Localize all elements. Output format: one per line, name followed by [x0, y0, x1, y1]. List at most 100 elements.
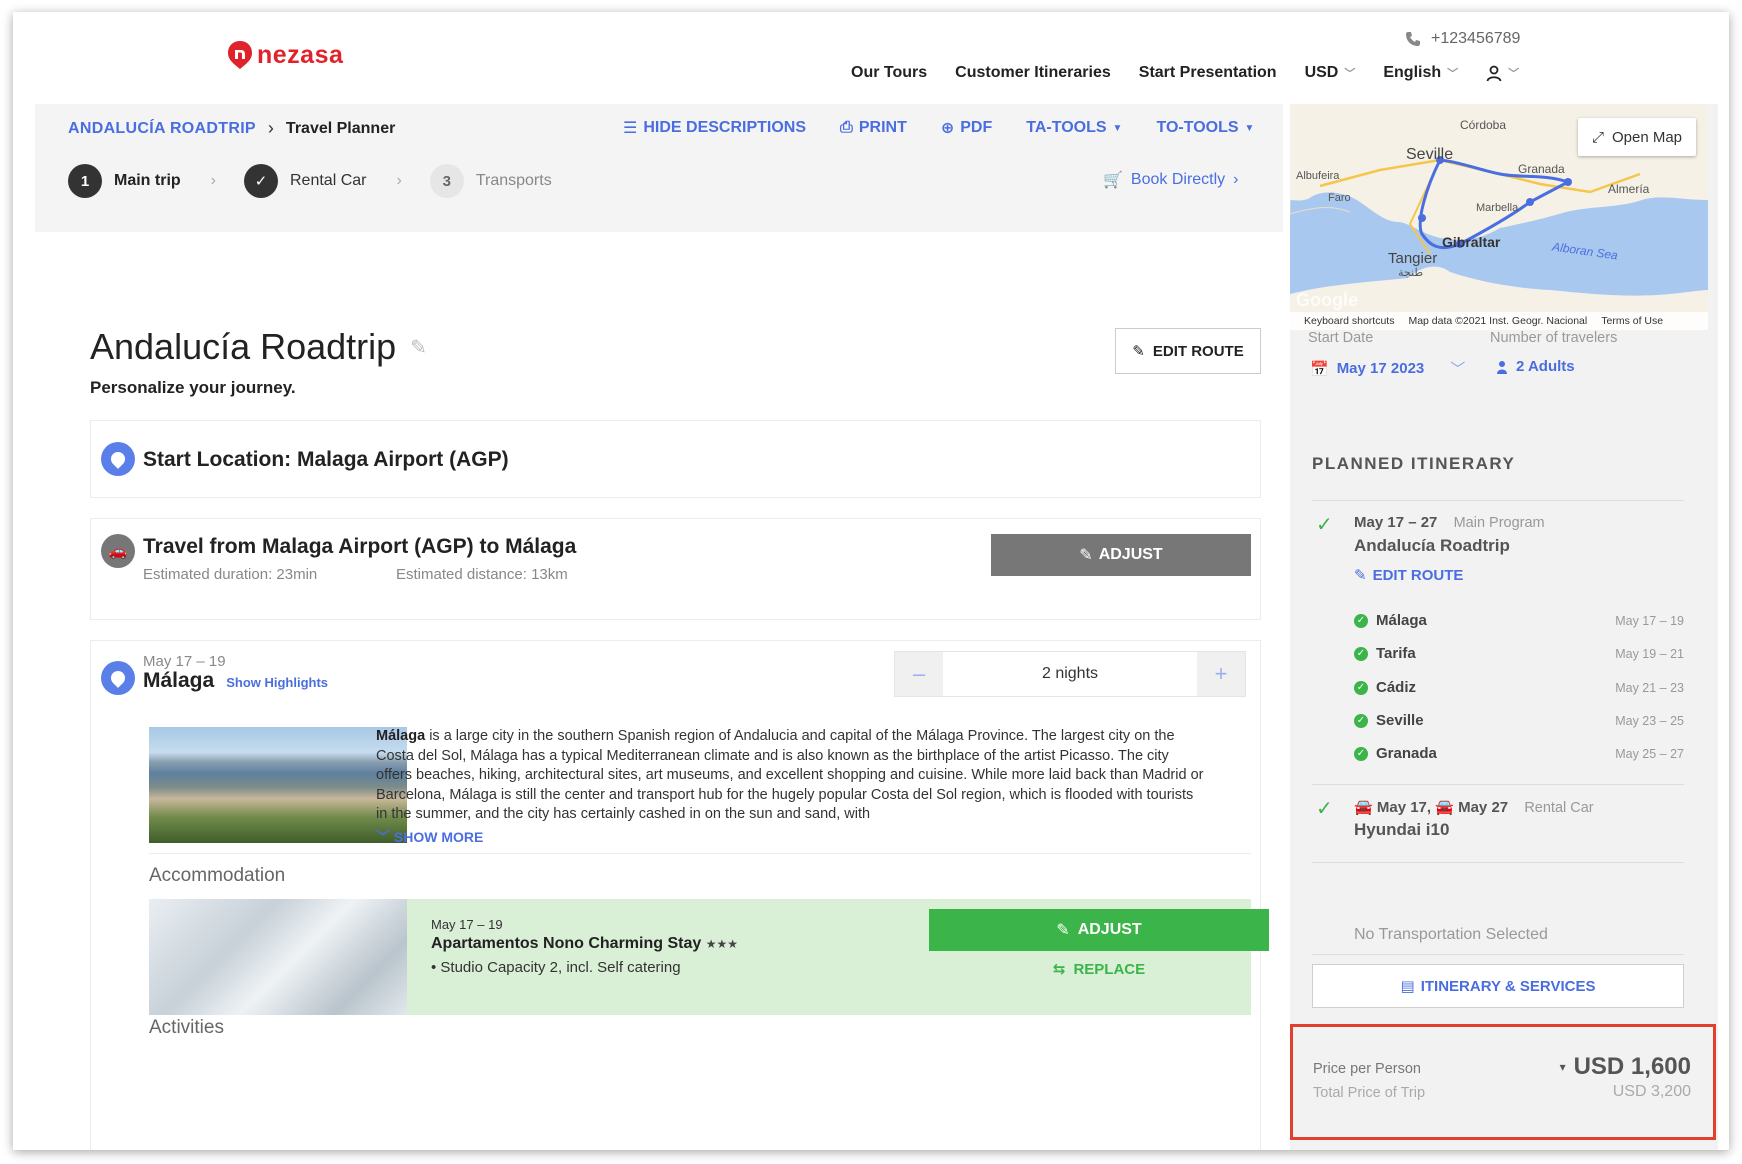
location-pin-icon: [101, 661, 135, 695]
show-more-link[interactable]: ﹀ SHOW MORE: [376, 827, 483, 847]
rental-car-dates-row: 🚘 May 17, 🚘 May 27 Rental Car: [1354, 798, 1594, 816]
accommodation-dates: May 17 – 19: [431, 917, 503, 932]
checkmark-icon: ✓: [244, 164, 278, 198]
check-circle-icon: ✓: [1354, 613, 1368, 628]
show-highlights-link[interactable]: Show Highlights: [226, 675, 328, 690]
stop-name: Cádiz: [1376, 679, 1417, 696]
itinerary-sidebar: Córdoba Seville Granada Almería Albufeir…: [1290, 104, 1718, 1150]
map-label-gibraltar: Gibraltar: [1442, 234, 1501, 250]
travelers-selector[interactable]: 2 Adults: [1496, 358, 1575, 375]
nav-our-tours[interactable]: Our Tours: [851, 64, 927, 82]
edit-route-label: EDIT ROUTE: [1372, 566, 1464, 584]
pencil-icon: ✎: [1056, 922, 1070, 939]
ta-tools-dropdown[interactable]: TA-TOOLS ▼: [1026, 118, 1122, 138]
rental-pickup-date: May 17,: [1376, 799, 1432, 816]
chevron-down-icon: ﹀: [1344, 68, 1356, 80]
caret-down-icon: ▼: [1244, 122, 1255, 134]
price-per-person-value[interactable]: ▾ USD 1,600: [1560, 1053, 1691, 1081]
itinerary-stop[interactable]: ✓ Granada May 25 – 27: [1354, 745, 1684, 762]
swap-icon: ⇆: [1052, 961, 1066, 978]
stop-name: Seville: [1376, 712, 1424, 729]
decrease-nights-button[interactable]: –: [895, 652, 943, 696]
price-per-person-label: Price per Person: [1313, 1061, 1421, 1077]
car-return-icon: 🚘: [1435, 799, 1454, 816]
price-summary: Price per Person Total Price of Trip ▾ U…: [1290, 1024, 1716, 1140]
to-tools-dropdown[interactable]: TO-TOOLS ▼: [1156, 118, 1254, 138]
itinerary-services-label: ITINERARY & SERVICES: [1420, 977, 1596, 995]
map-footer: Keyboard shortcuts Map data ©2021 Inst. …: [1290, 312, 1708, 330]
map-label-tangier: Tangier: [1388, 250, 1438, 267]
itinerary-stop[interactable]: ✓ Cádiz May 21 – 23: [1354, 679, 1684, 696]
nights-value: 2 nights: [1041, 665, 1099, 682]
description-text: is a large city in the southern Spanish …: [376, 728, 1204, 821]
stop-dates: May 25 – 27: [1615, 746, 1684, 761]
malaga-city-image: [149, 727, 407, 843]
book-directly-link[interactable]: 🛒 Book Directly ›: [1103, 170, 1239, 190]
edit-route-button[interactable]: ✎ EDIT ROUTE: [1115, 328, 1261, 374]
terms-of-use-link[interactable]: Terms of Use: [1601, 315, 1663, 327]
step-main-trip[interactable]: 1 Main trip ›: [68, 164, 216, 198]
adjust-accommodation-button[interactable]: ✎ ADJUST: [929, 909, 1269, 951]
itinerary-stop[interactable]: ✓ Seville May 23 – 25: [1354, 712, 1684, 729]
edit-route-label: EDIT ROUTE: [1152, 342, 1244, 360]
ta-tools-label: TA-TOOLS: [1026, 119, 1107, 136]
divider: [1312, 500, 1684, 501]
itinerary-services-button[interactable]: ▤ ITINERARY & SERVICES: [1312, 964, 1684, 1008]
chevron-down-icon: ﹀: [1508, 68, 1520, 80]
person-icon: [1497, 360, 1507, 374]
phone-contact[interactable]: +123456789: [1405, 30, 1520, 48]
expand-icon: ⤢: [1591, 128, 1604, 146]
chevron-down-icon: ﹀: [1447, 68, 1459, 80]
start-date-label: Start Date: [1308, 330, 1374, 346]
route-map[interactable]: Córdoba Seville Granada Almería Albufeir…: [1290, 104, 1708, 330]
nav-customer-itineraries[interactable]: Customer Itineraries: [955, 64, 1111, 82]
step-transports[interactable]: 3 Transports: [429, 164, 552, 198]
trip-subtitle: Personalize your journey.: [90, 378, 296, 397]
adjust-label: ADJUST: [1077, 921, 1142, 938]
stop-description: Málaga is a large city in the southern S…: [376, 727, 1206, 821]
stop-dates: May 21 – 23: [1615, 680, 1684, 695]
breadcrumb-root[interactable]: ANDALUCÍA ROADTRIP: [68, 120, 256, 138]
pdf-button[interactable]: ⊕ PDF: [941, 118, 992, 138]
travel-distance: Estimated distance: 13km: [396, 566, 568, 583]
hide-descriptions-button[interactable]: ☰ HIDE DESCRIPTIONS: [623, 118, 806, 138]
step-label: Main trip: [114, 172, 181, 189]
user-menu[interactable]: ﹀: [1486, 65, 1519, 82]
accommodation-name-row: Apartamentos Nono Charming Stay ★★★: [431, 935, 738, 953]
stop-header: Málaga Show Highlights: [143, 669, 328, 693]
nights-stepper: – 2 nights +: [894, 651, 1246, 697]
language-dropdown[interactable]: English ﹀: [1383, 64, 1458, 82]
stop-name: Málaga: [143, 669, 215, 692]
sidebar-edit-route-link[interactable]: ✎ EDIT ROUTE: [1354, 566, 1464, 585]
print-button[interactable]: ⎙ PRINT: [840, 118, 907, 138]
open-map-button[interactable]: ⤢ Open Map: [1578, 118, 1696, 156]
replace-accommodation-button[interactable]: ⇆ REPLACE: [929, 959, 1269, 979]
check-circle-icon: ✓: [1354, 746, 1368, 761]
map-label-granada: Granada: [1518, 162, 1565, 176]
check-circle-icon: ✓: [1354, 646, 1368, 661]
car-pickup-icon: 🚘: [1354, 799, 1373, 816]
user-icon: [1486, 65, 1502, 81]
browser-viewport: nezasa +123456789 Our Tours Customer Iti…: [13, 12, 1729, 1150]
open-map-label: Open Map: [1611, 128, 1683, 146]
nav-start-presentation[interactable]: Start Presentation: [1139, 64, 1277, 82]
itinerary-stop[interactable]: ✓ Málaga May 17 – 19: [1354, 612, 1684, 629]
show-more-label: SHOW MORE: [393, 829, 484, 845]
tool-actions: ☰ HIDE DESCRIPTIONS ⎙ PRINT ⊕ PDF TA-TOOLS ▼…: [623, 118, 1254, 138]
increase-nights-button[interactable]: +: [1197, 652, 1245, 696]
currency-dropdown[interactable]: USD ﹀: [1305, 64, 1356, 82]
pencil-icon[interactable]: ✎: [410, 335, 427, 360]
adjust-travel-button[interactable]: ✎ ADJUST: [991, 534, 1251, 576]
accommodation-card: May 17 – 19 Apartamentos Nono Charming S…: [149, 899, 1269, 1015]
divider: [1312, 784, 1684, 785]
map-label-almeria: Almería: [1608, 182, 1650, 196]
stop-dates: May 17 – 19: [1615, 613, 1684, 628]
keyboard-shortcuts-link[interactable]: Keyboard shortcuts: [1304, 315, 1394, 327]
itinerary-stop[interactable]: ✓ Tarifa May 19 – 21: [1354, 645, 1684, 662]
step-rental-car[interactable]: ✓ Rental Car ›: [244, 164, 402, 198]
brand-logo[interactable]: nezasa: [227, 40, 343, 70]
accommodation-feature: • Studio Capacity 2, incl. Self catering: [431, 959, 681, 976]
travel-duration: Estimated duration: 23min: [143, 566, 318, 583]
stop-card-malaga: May 17 – 19 Málaga Show Highlights – 2 n…: [90, 640, 1269, 1150]
start-date-picker[interactable]: 📅 May 17 2023 ﹀: [1310, 358, 1465, 379]
